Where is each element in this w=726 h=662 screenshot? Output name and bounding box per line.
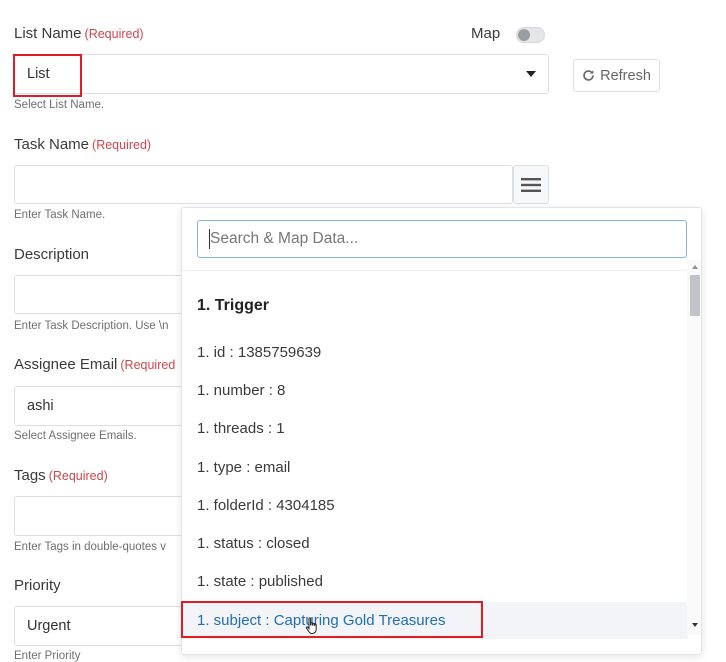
subject-highlight-box — [181, 601, 483, 638]
priority-help: Enter Priority — [14, 650, 81, 662]
tags-label-text: Tags — [14, 467, 46, 484]
map-toggle[interactable] — [516, 27, 545, 43]
scroll-thumb[interactable] — [690, 275, 700, 316]
map-label: Map — [471, 25, 501, 42]
assignee-required: (Required — [120, 358, 176, 372]
map-item-state[interactable]: 1. state : published — [182, 563, 688, 600]
map-item-folderid[interactable]: 1. folderId : 4304185 — [182, 487, 688, 524]
map-data-dropdown: 1. Trigger 1. id : 1385759639 1. number … — [181, 207, 702, 655]
map-item-status[interactable]: 1. status : closed — [182, 525, 688, 562]
assignee-label: Assignee Email (Required — [14, 356, 175, 373]
tags-required: (Required) — [48, 469, 108, 483]
refresh-button[interactable]: Refresh — [573, 59, 660, 92]
scroll-up-icon[interactable] — [692, 265, 698, 269]
task-name-required: (Required) — [92, 138, 152, 152]
list-name-label-text: List Name — [14, 25, 82, 42]
map-toggle-knob — [518, 29, 530, 41]
refresh-label: Refresh — [600, 67, 651, 84]
list-name-required: (Required) — [84, 27, 144, 41]
hand-pointer-icon — [305, 617, 317, 634]
map-item-threads[interactable]: 1. threads : 1 — [182, 410, 688, 447]
task-name-label-text: Task Name — [14, 136, 90, 153]
task-name-input[interactable] — [14, 165, 513, 204]
list-name-select[interactable]: List — [14, 54, 549, 94]
hamburger-icon — [521, 177, 541, 192]
assignee-value: ashi — [27, 398, 54, 414]
trigger-group-title: 1. Trigger — [197, 297, 270, 314]
description-help: Enter Task Description. Use \n — [14, 320, 169, 332]
list-name-help: Select List Name. — [14, 99, 105, 111]
assignee-help: Select Assignee Emails. — [14, 430, 137, 442]
task-name-help: Enter Task Name. — [14, 209, 106, 221]
description-label: Description — [14, 246, 90, 263]
priority-value: Urgent — [27, 618, 71, 634]
priority-label: Priority — [14, 577, 61, 594]
list-highlight-box — [13, 54, 82, 97]
map-item-id[interactable]: 1. id : 1385759639 — [182, 334, 688, 371]
task-name-label: Task Name (Required) — [14, 136, 151, 153]
dropdown-divider — [182, 270, 701, 271]
refresh-icon — [583, 70, 594, 81]
list-name-label: List Name (Required) — [14, 25, 144, 42]
search-map-data-input[interactable] — [197, 220, 687, 258]
tags-help: Enter Tags in double-quotes v — [14, 541, 166, 553]
chevron-down-icon — [526, 71, 536, 77]
text-cursor — [209, 229, 210, 249]
map-item-type[interactable]: 1. type : email — [182, 449, 688, 486]
scroll-down-icon[interactable] — [692, 623, 698, 627]
dropdown-scrollbar[interactable] — [687, 260, 701, 635]
tags-label: Tags (Required) — [14, 467, 108, 484]
assignee-label-text: Assignee Email — [14, 356, 118, 373]
map-data-menu-button[interactable] — [513, 165, 549, 204]
map-item-number[interactable]: 1. number : 8 — [182, 372, 688, 409]
